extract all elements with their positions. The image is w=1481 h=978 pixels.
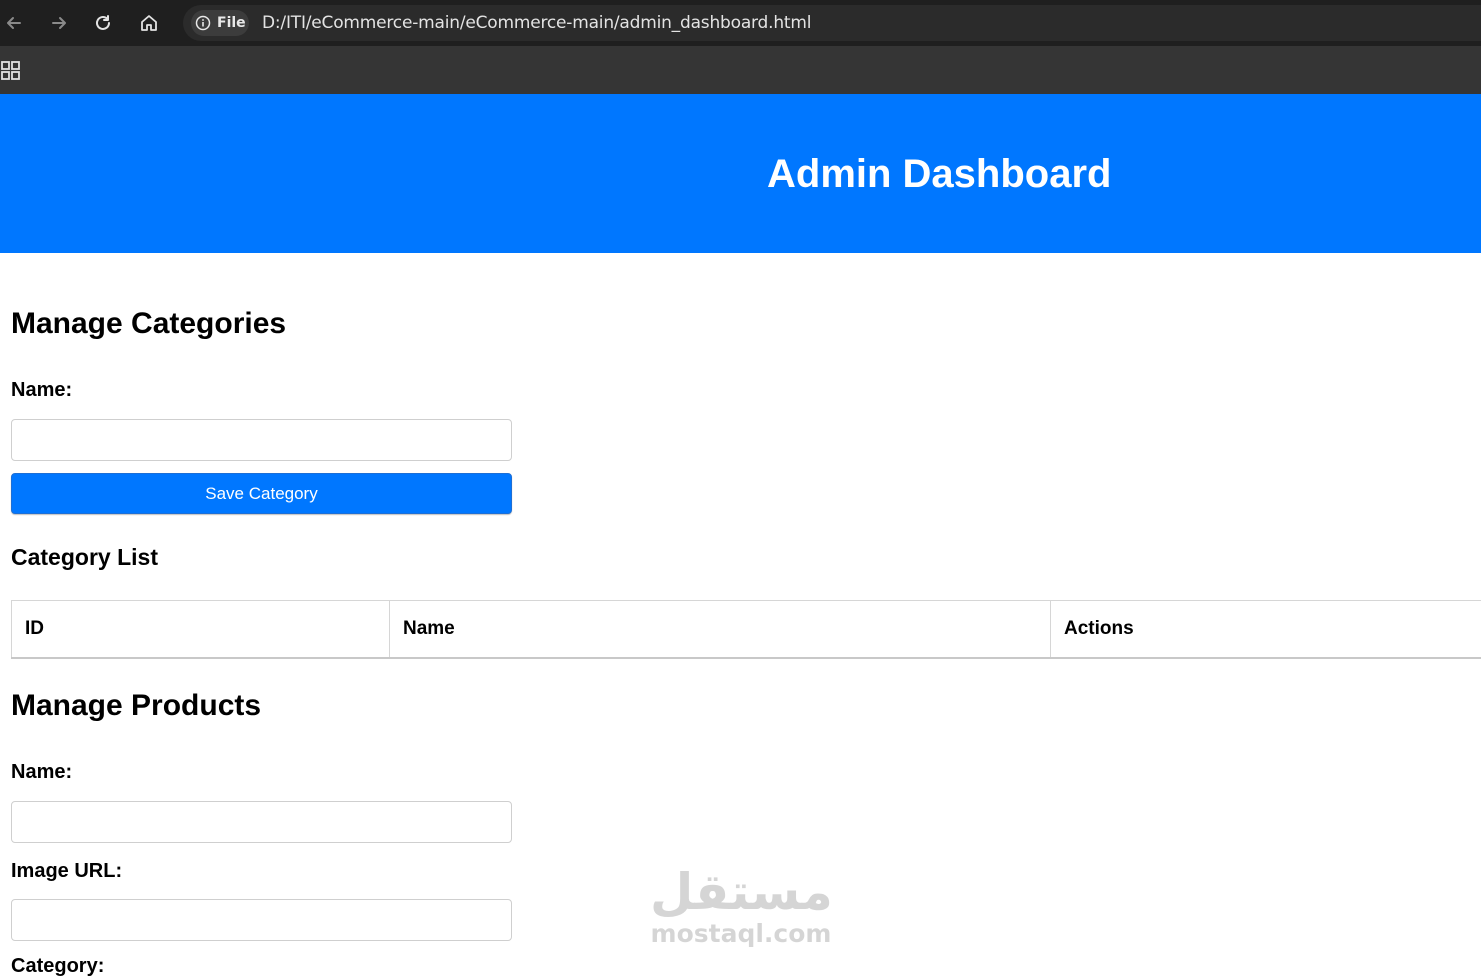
reload-button[interactable] bbox=[90, 10, 116, 36]
page-header bbox=[0, 94, 1481, 253]
browser-toolbar: File D:/ITI/eCommerce-main/eCommerce-mai… bbox=[0, 0, 1481, 46]
forward-button[interactable] bbox=[46, 10, 72, 36]
bookmarks-bar bbox=[0, 46, 1481, 94]
manage-products-title: Manage Products bbox=[11, 689, 261, 723]
back-button[interactable] bbox=[1, 10, 27, 36]
category-table-header-row: ID Name Actions bbox=[12, 601, 1481, 658]
file-chip-label: File bbox=[217, 15, 246, 31]
page-title: Admin Dashboard bbox=[767, 152, 1111, 197]
column-header-actions: Actions bbox=[1051, 601, 1481, 658]
column-header-id: ID bbox=[12, 601, 390, 658]
column-header-name: Name bbox=[390, 601, 1051, 658]
product-name-label: Name: bbox=[11, 761, 72, 784]
watermark-arabic-text: مستقل bbox=[650, 862, 832, 922]
address-bar[interactable]: File D:/ITI/eCommerce-main/eCommerce-mai… bbox=[183, 5, 1481, 41]
product-name-input[interactable] bbox=[11, 801, 512, 843]
home-icon bbox=[139, 13, 159, 33]
product-image-url-label: Image URL: bbox=[11, 860, 122, 883]
apps-grid-icon[interactable] bbox=[1, 61, 21, 81]
category-table: ID Name Actions bbox=[11, 600, 1481, 659]
category-name-label: Name: bbox=[11, 379, 72, 402]
mostaql-watermark: مستقل mostaql.com bbox=[650, 862, 832, 952]
home-button[interactable] bbox=[136, 10, 162, 36]
manage-categories-title: Manage Categories bbox=[11, 307, 286, 341]
product-category-label: Category: bbox=[11, 955, 104, 978]
url-text[interactable]: D:/ITI/eCommerce-main/eCommerce-main/adm… bbox=[262, 13, 811, 33]
forward-arrow-icon bbox=[49, 13, 69, 33]
save-category-button[interactable]: Save Category bbox=[11, 473, 512, 514]
info-icon bbox=[195, 15, 211, 31]
product-image-url-input[interactable] bbox=[11, 899, 512, 941]
category-list-title: Category List bbox=[11, 544, 158, 571]
category-name-input[interactable] bbox=[11, 419, 512, 461]
reload-icon bbox=[93, 13, 113, 33]
watermark-latin-text: mostaql.com bbox=[650, 919, 832, 948]
back-arrow-icon bbox=[4, 13, 24, 33]
site-info-chip[interactable]: File bbox=[191, 10, 249, 36]
